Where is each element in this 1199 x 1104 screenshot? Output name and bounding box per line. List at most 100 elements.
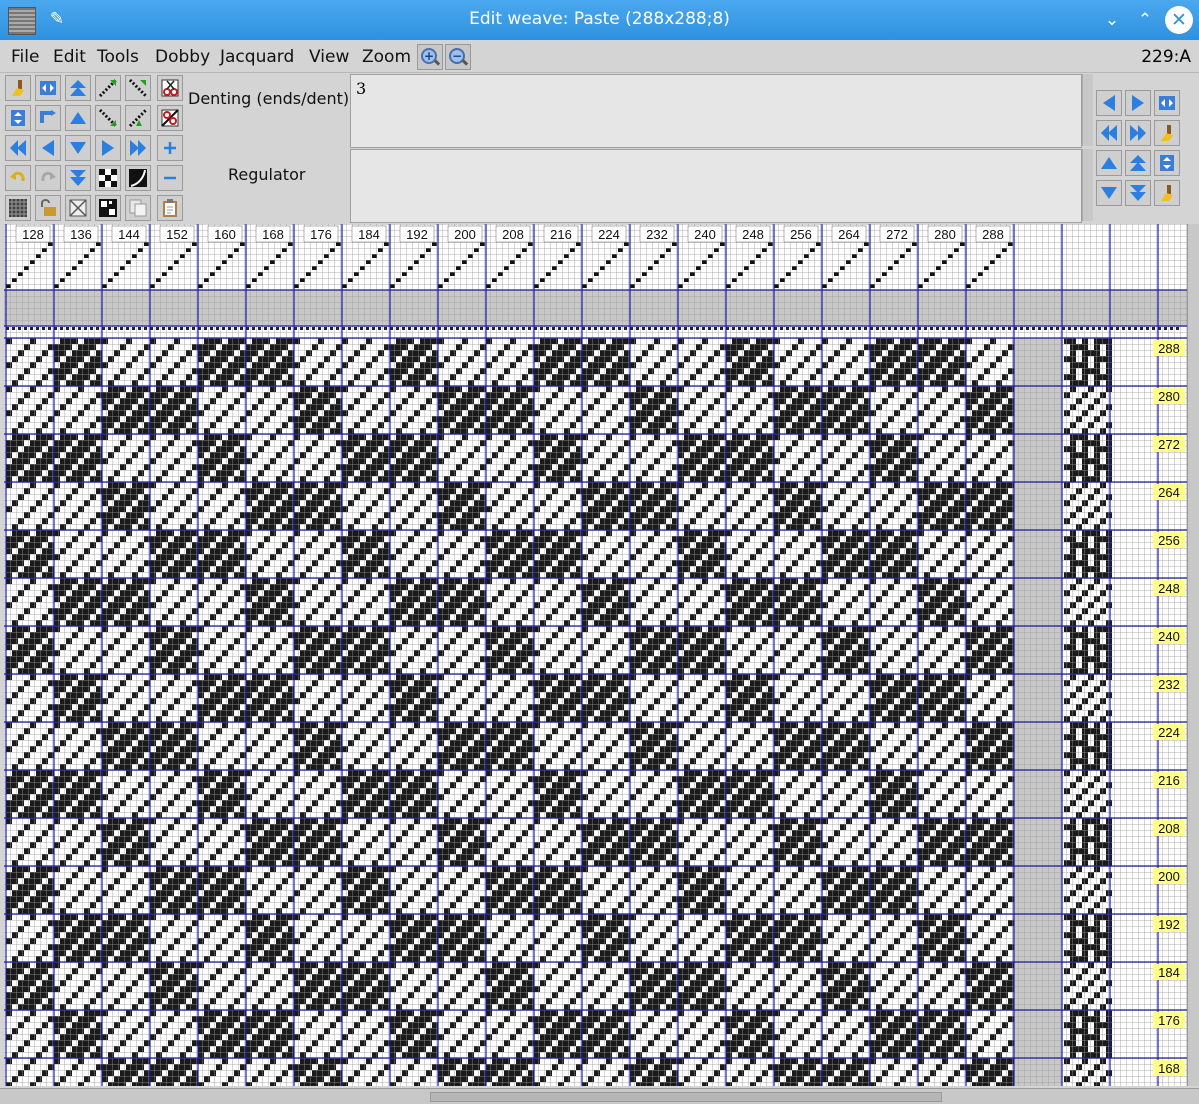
clear-pattern-button[interactable] xyxy=(65,195,91,221)
denting-field[interactable]: 3 xyxy=(350,74,1082,148)
lock-button[interactable] xyxy=(35,195,61,221)
lock-icon xyxy=(39,199,57,217)
scroll-left-button[interactable] xyxy=(35,135,61,161)
swap-horizontal-button[interactable] xyxy=(35,75,61,101)
weave-draft-grid[interactable]: 1281361441521601681761841922002082162242… xyxy=(4,224,1187,1086)
mirror-horizontal-button[interactable] xyxy=(1154,90,1180,116)
brush-icon xyxy=(9,79,27,97)
rotate-button[interactable] xyxy=(35,105,61,131)
swap-vertical-icon xyxy=(9,109,27,127)
scroll-down-button[interactable] xyxy=(65,135,91,161)
diagonal-arrow-icon xyxy=(99,109,117,127)
shift-up-button[interactable] xyxy=(1096,150,1122,176)
column-label: 128 xyxy=(22,227,44,242)
clipboard-icon xyxy=(161,199,179,217)
shift-down-button[interactable] xyxy=(1096,180,1122,206)
menu-zoom[interactable]: Zoom xyxy=(362,47,411,67)
regulator-field[interactable] xyxy=(350,149,1082,223)
remove-button[interactable] xyxy=(157,165,183,191)
arrow-up-icon xyxy=(1100,154,1118,172)
scroll-down-fast-button[interactable] xyxy=(65,165,91,191)
column-label: 224 xyxy=(598,227,620,242)
clear-brush-button[interactable] xyxy=(5,75,31,101)
row-label: 240 xyxy=(1158,629,1180,644)
scrollbar-thumb[interactable] xyxy=(430,1092,942,1102)
redo-button[interactable] xyxy=(35,165,61,191)
scroll-left-fast-button[interactable] xyxy=(5,135,31,161)
menu-file[interactable]: File xyxy=(11,47,39,67)
menu-jacquard[interactable]: Jacquard xyxy=(220,47,294,67)
column-label: 248 xyxy=(742,227,764,242)
diagonal-invert-button[interactable] xyxy=(95,105,121,131)
diagonal-shift-down-button[interactable] xyxy=(125,75,151,101)
add-button[interactable] xyxy=(157,135,183,161)
regulator-scrollbar[interactable] xyxy=(1082,149,1093,221)
clear-rows-button[interactable] xyxy=(1154,180,1180,206)
scroll-right-fast-button[interactable] xyxy=(125,135,151,161)
horizontal-scrollbar[interactable] xyxy=(0,1088,1199,1104)
zoom-in-button[interactable]: + xyxy=(417,44,443,70)
column-label: 288 xyxy=(982,227,1004,242)
diagonal-shift-up-button[interactable] xyxy=(95,75,121,101)
menu-edit[interactable]: Edit xyxy=(53,47,86,67)
undo-icon xyxy=(9,169,27,187)
swap-vertical-icon xyxy=(1158,154,1176,172)
menu-view[interactable]: View xyxy=(309,47,349,67)
denting-scrollbar[interactable] xyxy=(1082,74,1093,146)
undo-button[interactable] xyxy=(5,165,31,191)
column-label: 232 xyxy=(646,227,668,242)
row-label: 288 xyxy=(1158,341,1180,356)
arrow-up-icon xyxy=(69,109,87,127)
diagonal-shift-left-button[interactable] xyxy=(125,105,151,131)
menu-bar: File Edit Tools Dobby Jacquard View Zoom… xyxy=(0,40,1199,73)
paste-button[interactable] xyxy=(157,195,183,221)
row-label: 168 xyxy=(1158,1061,1180,1076)
shift-right-fast-button[interactable] xyxy=(1125,120,1151,146)
close-button[interactable]: ✕ xyxy=(1165,6,1193,34)
column-label: 208 xyxy=(502,227,524,242)
brush-icon xyxy=(1158,184,1176,202)
column-label: 176 xyxy=(310,227,332,242)
zoom-out-button[interactable]: − xyxy=(445,44,471,70)
row-label: 200 xyxy=(1158,869,1180,884)
clear-columns-button[interactable] xyxy=(1154,120,1180,146)
arrow-down-icon xyxy=(69,139,87,157)
menu-dobby[interactable]: Dobby xyxy=(155,47,210,67)
double-arrow-right-icon xyxy=(1129,124,1147,142)
diagonal-arrow-icon xyxy=(129,109,147,127)
column-label: 152 xyxy=(166,227,188,242)
cut-selection-button[interactable] xyxy=(157,105,183,131)
copy-button[interactable] xyxy=(125,195,151,221)
move-up-double-button[interactable] xyxy=(65,75,91,101)
invert-button[interactable] xyxy=(125,165,151,191)
column-label: 192 xyxy=(406,227,428,242)
shift-left-fast-button[interactable] xyxy=(1096,120,1122,146)
minimize-button[interactable]: ⌄ xyxy=(1100,8,1124,32)
double-arrow-up-icon xyxy=(1129,154,1147,172)
row-label: 184 xyxy=(1158,965,1180,980)
shift-right-button[interactable] xyxy=(1125,90,1151,116)
denting-value: 3 xyxy=(356,79,366,98)
fill-grid-button[interactable] xyxy=(5,195,31,221)
cut-pattern-button[interactable] xyxy=(157,75,183,101)
mirror-vertical-button[interactable] xyxy=(1154,150,1180,176)
scroll-right-button[interactable] xyxy=(95,135,121,161)
shift-left-button[interactable] xyxy=(1096,90,1122,116)
column-label: 136 xyxy=(70,227,92,242)
column-label: 160 xyxy=(214,227,236,242)
swap-horizontal-icon xyxy=(1158,94,1176,112)
arrow-right-icon xyxy=(99,139,117,157)
shift-up-fast-button[interactable] xyxy=(1125,150,1151,176)
weave-canvas[interactable]: 1281361441521601681761841922002082162242… xyxy=(4,224,1187,1086)
shift-down-fast-button[interactable] xyxy=(1125,180,1151,206)
checker-pattern-button[interactable] xyxy=(95,165,121,191)
window-title: Edit weave: Paste (288x288;8) xyxy=(0,9,1199,29)
move-up-button[interactable] xyxy=(65,105,91,131)
swap-horizontal-icon xyxy=(39,79,57,97)
copy-pattern-button[interactable] xyxy=(95,195,121,221)
menu-tools[interactable]: Tools xyxy=(97,47,139,67)
column-label: 256 xyxy=(790,227,812,242)
vertical-scrollbar[interactable] xyxy=(1187,224,1199,1086)
maximize-button[interactable]: ⌃ xyxy=(1133,8,1157,32)
swap-vertical-button[interactable] xyxy=(5,105,31,131)
